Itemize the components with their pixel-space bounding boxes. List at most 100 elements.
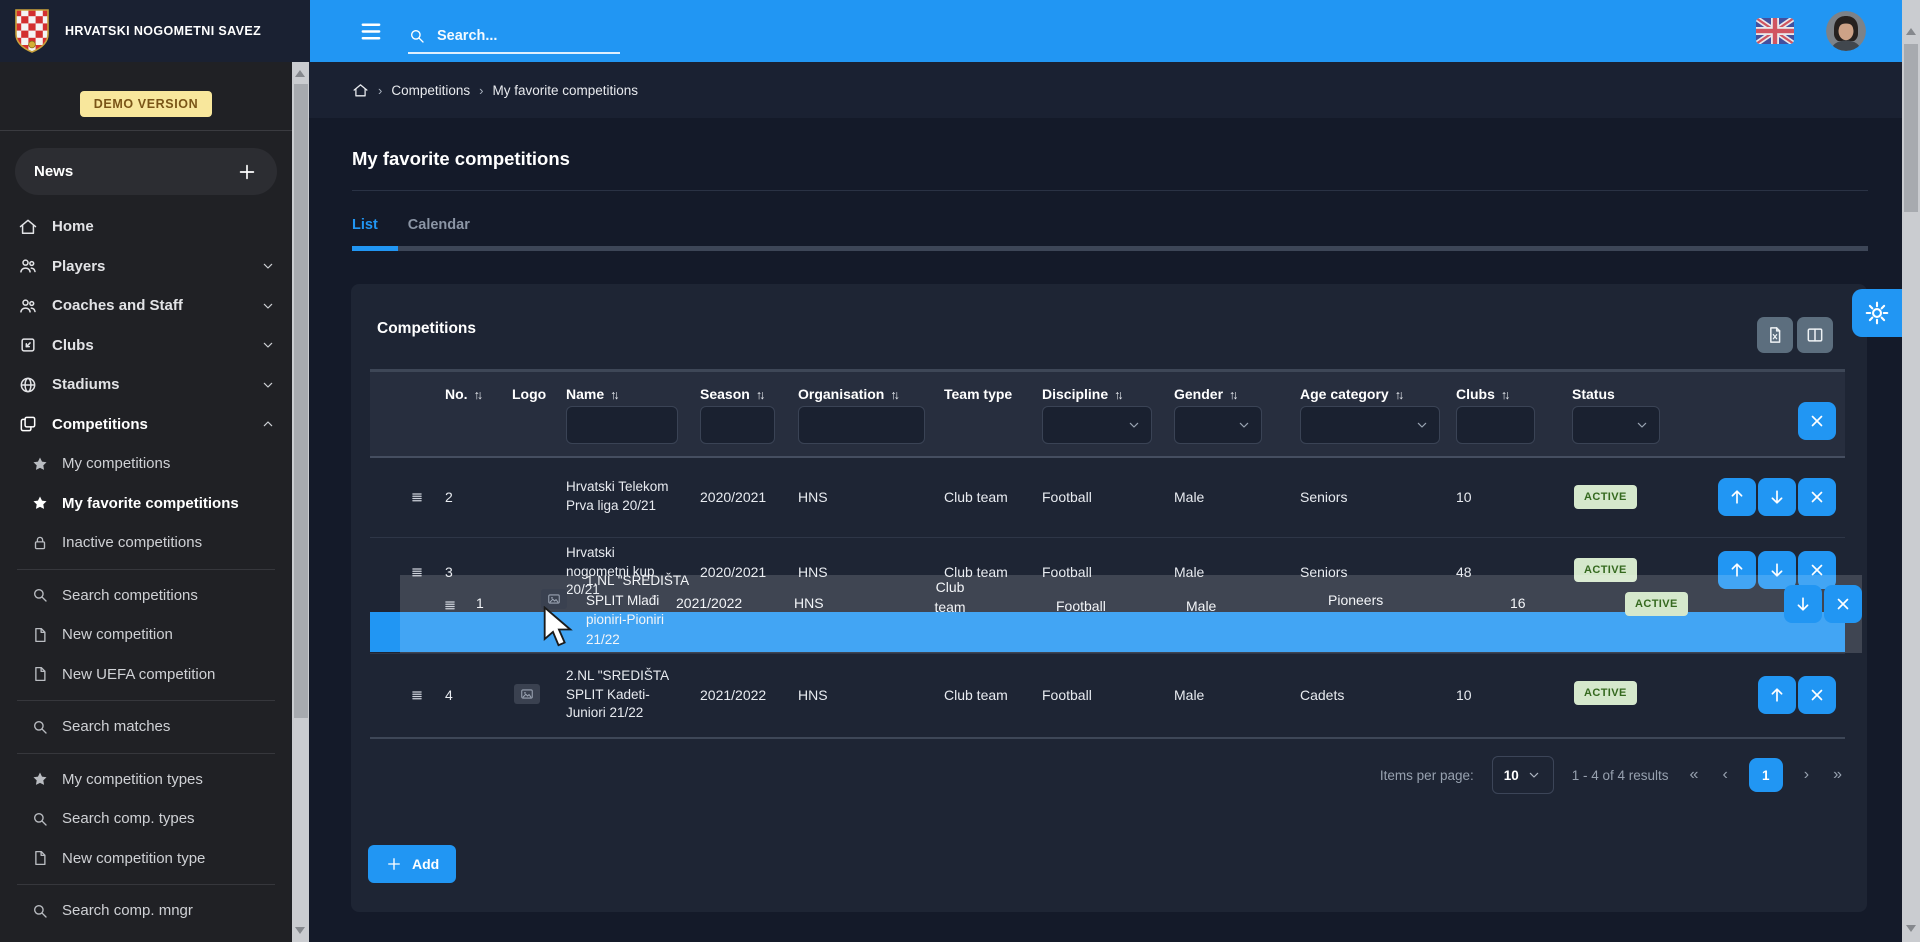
remove-favorite-button[interactable]	[1798, 676, 1836, 714]
current-page-button[interactable]: 1	[1749, 758, 1783, 792]
sidebar-item-inactive-competitions[interactable]: Inactive competitions	[0, 523, 292, 563]
sort-icon[interactable]: ↑↓	[890, 388, 900, 402]
clubs-filter-input[interactable]	[1456, 406, 1535, 444]
chevron-down-icon	[1634, 417, 1650, 433]
toggle-columns-button[interactable]	[1797, 317, 1833, 353]
sidebar-item-new-competition[interactable]: New competition	[0, 615, 292, 655]
sidebar-item-players[interactable]: Players	[0, 247, 292, 287]
lock-icon	[31, 534, 49, 552]
remove-favorite-button[interactable]	[1798, 478, 1836, 516]
add-label: Add	[412, 856, 439, 872]
row-separator	[370, 653, 1845, 654]
column-header-no[interactable]: No.↑↓	[445, 386, 483, 402]
chevron-down-icon	[1414, 417, 1430, 433]
language-switcher[interactable]	[1756, 18, 1794, 44]
sidebar-item-search-comp-types[interactable]: Search comp. types	[0, 799, 292, 839]
items-per-page-select[interactable]: 10	[1492, 756, 1554, 794]
gender-filter-select[interactable]	[1174, 406, 1262, 444]
org-name: HRVATSKI NOGOMETNI SAVEZ	[65, 24, 261, 38]
sidebar-item-my-competitions[interactable]: My competitions	[0, 444, 292, 484]
prev-page-button[interactable]: ‹	[1719, 766, 1730, 784]
sidebar-item-home[interactable]: Home	[0, 207, 292, 247]
search-input[interactable]	[435, 27, 599, 45]
chevron-down-icon	[260, 337, 276, 353]
sidebar-item-my-favorite-competitions[interactable]: My favorite competitions	[0, 484, 292, 524]
cell-season: 2021/2022	[700, 687, 766, 703]
discipline-filter-select[interactable]	[1042, 406, 1152, 444]
sort-icon[interactable]: ↑↓	[610, 388, 620, 402]
first-page-button[interactable]: «	[1687, 766, 1702, 784]
cell-age-category: Seniors	[1300, 489, 1347, 505]
tab-list[interactable]: List	[352, 217, 378, 233]
cell-discipline: Football	[1042, 489, 1092, 505]
star-icon	[31, 770, 49, 788]
sidebar-item-search-matches[interactable]: Search matches	[0, 707, 292, 747]
name-filter-input[interactable]	[566, 406, 678, 444]
export-excel-button[interactable]	[1757, 317, 1793, 353]
column-header-name[interactable]: Name↑↓	[566, 386, 620, 402]
sidebar-item-my-competition-types[interactable]: My competition types	[0, 760, 292, 800]
close-icon	[1808, 412, 1826, 430]
sidebar-item-search-competitions[interactable]: Search competitions	[0, 576, 292, 616]
sidebar-item-label: My competition types	[62, 771, 203, 788]
news-button[interactable]: News	[15, 148, 277, 195]
move-up-button[interactable]	[1718, 478, 1756, 516]
add-button[interactable]: Add	[368, 845, 456, 883]
sidebar-item-label: Clubs	[52, 337, 94, 354]
page-title: My favorite competitions	[352, 148, 570, 170]
drag-handle-icon[interactable]	[408, 686, 426, 704]
sort-icon[interactable]: ↑↓	[1501, 388, 1511, 402]
drop-position-indicator	[370, 612, 1845, 652]
settings-button[interactable]	[1852, 289, 1902, 337]
sidebar-scrollbar[interactable]	[292, 62, 309, 942]
sort-icon[interactable]: ↑↓	[756, 388, 766, 402]
sidebar-item-label: New competition type	[62, 850, 205, 867]
menu-toggle-button[interactable]	[352, 20, 390, 43]
move-down-button[interactable]	[1758, 478, 1796, 516]
clear-filters-button[interactable]	[1798, 402, 1836, 440]
sort-icon[interactable]: ↑↓	[1229, 388, 1239, 402]
home-icon[interactable]	[352, 82, 369, 99]
user-avatar[interactable]	[1826, 11, 1866, 51]
column-header-discipline[interactable]: Discipline↑↓	[1042, 386, 1124, 402]
cell-season: 2020/2021	[700, 564, 766, 580]
column-header-clubs[interactable]: Clubs↑↓	[1456, 386, 1510, 402]
sidebar-item-new-uefa-competition[interactable]: New UEFA competition	[0, 655, 292, 695]
sort-icon[interactable]: ↑↓	[474, 388, 484, 402]
chevron-down-icon	[260, 258, 276, 274]
season-filter-input[interactable]	[700, 406, 775, 444]
move-down-button[interactable]	[1758, 551, 1796, 589]
next-page-button[interactable]: ›	[1801, 766, 1812, 784]
chevron-down-icon	[1236, 417, 1252, 433]
page-scrollbar[interactable]	[1902, 0, 1920, 942]
cell-clubs: 10	[1456, 489, 1472, 505]
close-icon	[1808, 488, 1826, 506]
sidebar-item-competitions[interactable]: Competitions	[0, 405, 292, 445]
sort-icon[interactable]: ↑↓	[1114, 388, 1124, 402]
breadcrumb-item-competitions[interactable]: Competitions	[391, 83, 470, 98]
column-header-season[interactable]: Season↑↓	[700, 386, 765, 402]
sidebar-item-new-competition-type[interactable]: New competition type	[0, 839, 292, 879]
cell-organisation: HNS	[798, 489, 828, 505]
sidebar-item-new-comp-mngr[interactable]: New comp. mngr	[0, 931, 292, 942]
sort-icon[interactable]: ↑↓	[1395, 388, 1405, 402]
remove-favorite-button[interactable]	[1798, 551, 1836, 589]
column-header-organisation[interactable]: Organisation↑↓	[798, 386, 900, 402]
move-up-button[interactable]	[1718, 551, 1756, 589]
age-category-filter-select[interactable]	[1300, 406, 1440, 444]
sidebar-item-coaches-and-staff[interactable]: Coaches and Staff	[0, 286, 292, 326]
column-header-status: Status	[1572, 386, 1615, 402]
sidebar-item-search-comp-mngr[interactable]: Search comp. mngr	[0, 891, 292, 931]
move-up-button[interactable]	[1758, 676, 1796, 714]
status-filter-select[interactable]	[1572, 406, 1660, 444]
columns-icon	[1805, 325, 1825, 345]
organisation-filter-input[interactable]	[798, 406, 925, 444]
sidebar-item-clubs[interactable]: Clubs	[0, 326, 292, 366]
tab-calendar[interactable]: Calendar	[408, 217, 470, 233]
column-header-gender[interactable]: Gender↑↓	[1174, 386, 1239, 402]
drag-handle-icon[interactable]	[408, 563, 426, 581]
last-page-button[interactable]: »	[1830, 766, 1845, 784]
drag-handle-icon[interactable]	[408, 488, 426, 506]
column-header-age-category[interactable]: Age category↑↓	[1300, 386, 1404, 402]
sidebar-item-stadiums[interactable]: Stadiums	[0, 365, 292, 405]
